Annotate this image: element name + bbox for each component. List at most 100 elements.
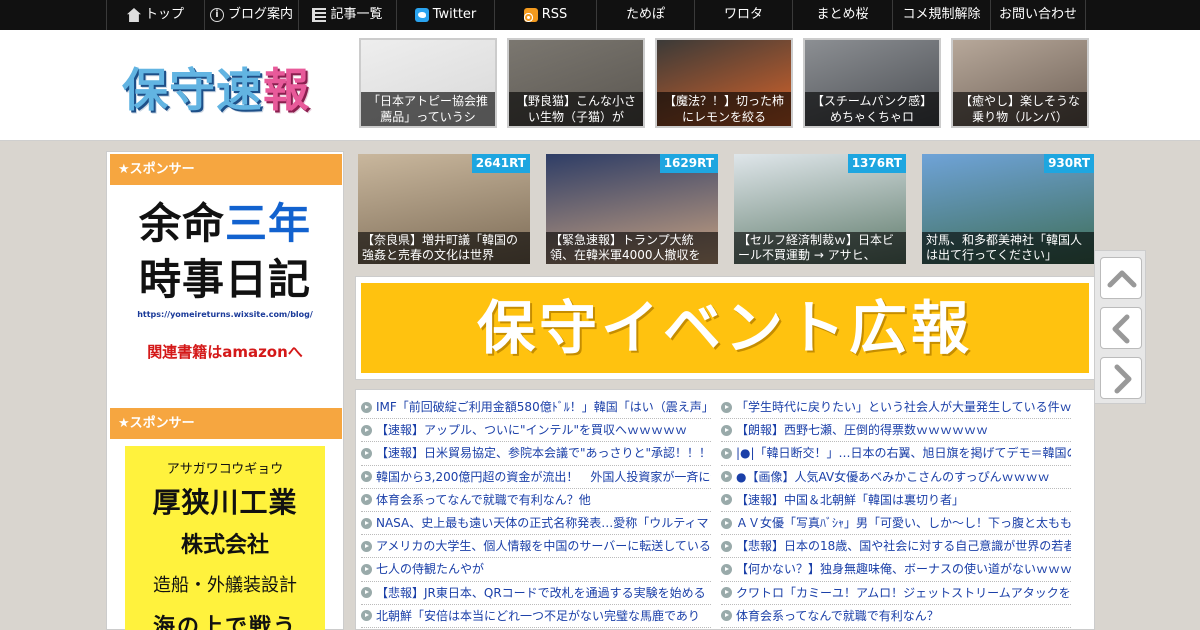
sponsor-heading: ★スポンサー [110,154,342,185]
sponsor-heading-2: ★スポンサー [110,408,342,439]
bullet-arrow-icon [361,447,372,459]
thumb-caption: 【野良猫】こんな小さい生物（子猫）が [509,92,643,126]
article-link[interactable]: 韓国から3,200億円超の資金が流出！ 外国人投資家が一斉に逃 [361,466,711,489]
article-link-text: 【朗報】西野七瀬、圧倒的得票数ｗｗｗｗｗｗ [736,423,989,438]
featured-article-thumb[interactable]: 【魔法？！】切った柿にレモンを絞る [655,38,793,128]
nav-menu: トップ i ブログ案内 記事一覧 Twitter RSS ためぽ ワロタ まとめ桜 コメ規制解除 お… [106,0,1086,30]
article-link[interactable]: 【速報】中国＆北朝鮮「韓国は裏切り者」 [721,489,1071,512]
article-link-text: 【速報】日米貿易協定、参院本会議で"あっさりと"承認！！！ [376,446,711,461]
thumb-caption: 対馬、和多都美神社「韓国人は出て行ってください」 [922,232,1094,264]
article-link[interactable]: 北朝鮮「安倍は本当にどれ一つ不足がない完璧な馬鹿であり [361,605,711,628]
sidebar: ★スポンサー 余命三年 時事日記 https://yomeireturns.wi… [106,151,344,630]
thumb-caption: 「日本アトピー協会推薦品」っていうシ [361,92,495,126]
next-page-button[interactable] [1100,357,1142,399]
bullet-arrow-icon [361,540,372,552]
ad-title-line1: 余命三年 [125,196,325,252]
article-link-text: |●|「韓日断交！」…日本の右翼、旭日旗を掲げてデモ＝韓国の [736,446,1071,461]
article-link[interactable]: 【悲報】日本の18歳、国や社会に対する自己意識が世界の若者 [721,535,1071,559]
article-link[interactable]: 「学生時代に戻りたい」という社会人が大量発生している件ｗ [721,396,1071,420]
nav-item-label: ワロタ [723,7,763,22]
retweet-count-badge: 1376RT [847,154,906,173]
thumb-caption: 【緊急速報】トランプ大統領、在韓米軍4000人撤収を [546,232,718,264]
article-link-text: 【速報】アップル、ついに"インテル"を買収へｗｗｗｗｗ [376,423,688,438]
ranking-article-thumb[interactable]: 1376RT 【セルフ経済制裁ｗ】日本ビール不買運動 → アサヒ、 [734,154,906,264]
article-link-text: NASA、史上最も遠い天体の正式名称発表…愛称「ウルティマ [376,516,709,531]
nav-item-4[interactable]: RSS [494,0,596,30]
article-link-text: 北朝鮮「安倍は本当にどれ一つ不足がない完璧な馬鹿であり [376,608,700,623]
bullet-arrow-icon [721,540,732,552]
article-link[interactable]: |●|「韓日断交！」…日本の右翼、旭日旗を掲げてデモ＝韓国の [721,442,1071,466]
article-link[interactable]: IMF「前回破綻ご利用金額580億ﾄﾞﾙ！」韓国「はい（震え声」 [361,396,711,420]
article-link[interactable]: 体育会系ってなんで就職で有利なん？他 [361,489,711,512]
bullet-arrow-icon [721,401,732,413]
ad-company-name: 厚狭川工業 [152,486,298,519]
article-link-text: IMF「前回破綻ご利用金額580億ﾄﾞﾙ！」韓国「はい（震え声」 [376,400,711,415]
article-link[interactable]: アメリカの大学生、個人情報を中国のサーバーに転送している [361,535,711,559]
article-link[interactable]: ＡＶ女優「写真ﾊﾞｼｬ」男「可愛い、しか～し！下っ腹と太もも [721,512,1071,536]
article-link[interactable]: NASA、史上最も遠い天体の正式名称発表…愛称「ウルティマ [361,512,711,536]
bullet-arrow-icon [721,563,732,575]
amazon-link[interactable]: 関連書籍はamazonへ [125,341,325,362]
bullet-arrow-icon [361,587,372,599]
retweet-count-badge: 1629RT [659,154,718,173]
nav-item-label: コメ規制解除 [902,7,981,22]
nav-item-8[interactable]: コメ規制解除 [892,0,990,30]
ranking-article-thumb[interactable]: 2641RT 【奈良県】増井町議「韓国の強姦と売春の文化は世界 [358,154,530,264]
event-banner-link[interactable]: 保守イベント広報 [355,276,1095,380]
bullet-arrow-icon [721,610,732,622]
ad-company-desc: 造船・外艤装設計 [153,575,297,596]
featured-article-thumb[interactable]: 「日本アトピー協会推薦品」っていうシ [359,38,497,128]
prev-page-button[interactable] [1100,307,1142,349]
ad-title-sannen: 三年 [225,199,312,248]
nav-item-7[interactable]: まとめ桜 [792,0,892,30]
article-link-text: 【悲報】JR東日本、QRコードで改札を通過する実験を始める [376,585,706,600]
nav-item-9[interactable]: お問い合わせ [990,0,1086,30]
bullet-arrow-icon [721,424,732,436]
article-link[interactable]: ●【画像】人気AV女優あべみかこさんのすっぴんｗｗｗｗ [721,466,1071,489]
link-list-left: IMF「前回破綻ご利用金額580億ﾄﾞﾙ！」韓国「はい（震え声」 【速報】アップル… [361,396,711,628]
nav-item-1[interactable]: i ブログ案内 [204,0,298,30]
article-link-text: 【速報】中国＆北朝鮮「韓国は裏切り者」 [736,492,965,507]
article-link-lists: IMF「前回破綻ご利用金額580億ﾄﾞﾙ！」韓国「はい（震え声」 【速報】アップル… [355,389,1095,630]
scroll-top-button[interactable] [1100,257,1142,299]
nav-item-5[interactable]: ためぽ [596,0,694,30]
article-link[interactable]: 【速報】アップル、ついに"インテル"を買収へｗｗｗｗｗ [361,419,711,443]
site-logo[interactable]: 保守速報 [122,54,310,120]
forward-arrow-icon [1114,364,1132,394]
bullet-arrow-icon [361,610,372,622]
rss-icon [523,8,538,22]
article-link[interactable]: 【何かない？】独身無趣味俺、ボーナスの使い道がないｗｗｗ [721,558,1071,582]
article-link-text: 体育会系ってなんで就職で有利なん？ [736,608,939,623]
list-icon [312,8,327,22]
bullet-arrow-icon [361,424,372,436]
featured-article-thumb[interactable]: 【野良猫】こんな小さい生物（子猫）が [507,38,645,128]
nav-item-0[interactable]: トップ [106,0,204,30]
article-link-text: ●【画像】人気AV女優あべみかこさんのすっぴんｗｗｗｗ [736,469,1050,484]
article-link[interactable]: 【悲報】JR東日本、QRコードで改札を通過する実験を始める [361,582,711,605]
nav-item-6[interactable]: ワロタ [694,0,792,30]
link-list-right: 「学生時代に戻りたい」という社会人が大量発生している件ｗ 【朗報】西野七瀬、圧倒的… [721,396,1071,628]
bullet-arrow-icon [361,401,372,413]
nav-item-label: トップ [144,7,184,22]
article-link[interactable]: 【速報】日米貿易協定、参院本会議で"あっさりと"承認！！！ [361,442,711,466]
nav-item-label: まとめ桜 [816,7,869,22]
nav-item-label: お問い合わせ [998,7,1077,22]
ranking-article-thumb[interactable]: 1629RT 【緊急速報】トランプ大統領、在韓米軍4000人撤収を [546,154,718,264]
event-banner: 保守イベント広報 [361,283,1089,373]
nav-item-3[interactable]: Twitter [396,0,494,30]
article-link[interactable]: 七人の侍観たんやが [361,558,711,582]
retweet-count-badge: 2641RT [471,154,530,173]
nav-item-2[interactable]: 記事一覧 [298,0,396,30]
article-link[interactable]: 【朗報】西野七瀬、圧倒的得票数ｗｗｗｗｗｗ [721,419,1071,443]
featured-article-thumb[interactable]: 【癒やし】楽しそうな乗り物（ルンバ） [951,38,1089,128]
article-link[interactable]: 体育会系ってなんで就職で有利なん？ [721,605,1071,628]
featured-article-thumb[interactable]: 【スチームパンク感】めちゃくちゃロ [803,38,941,128]
sponsor-ad-yomei[interactable]: 余命三年 時事日記 https://yomeireturns.wixsite.c… [125,196,325,386]
article-link-text: クワトロ「カミーユ！アムロ！ジェットストリームアタックを [736,585,1071,600]
article-link[interactable]: クワトロ「カミーユ！アムロ！ジェットストリームアタックを [721,582,1071,605]
ranking-article-thumb[interactable]: 930RT 対馬、和多都美神社「韓国人は出て行ってください」 [922,154,1094,264]
ad-url: https://yomeireturns.wixsite.com/blog/ [137,310,313,319]
sponsor-ad-asagawa[interactable]: アサガワコウギョウ 厚狭川工業 株式会社 造船・外艤装設計 海の上で戦う [125,446,325,630]
home-icon [126,8,141,22]
thumb-caption: 【奈良県】増井町議「韓国の強姦と売春の文化は世界 [358,232,530,264]
